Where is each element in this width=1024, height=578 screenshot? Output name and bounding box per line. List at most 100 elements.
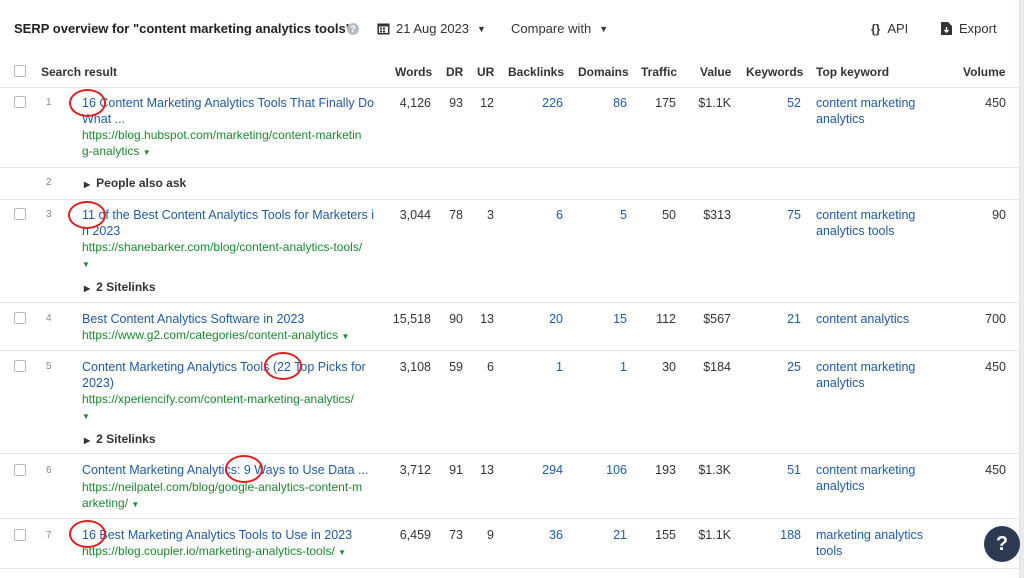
col-keywords[interactable]: Keywords: [746, 65, 803, 79]
backlinks-link[interactable]: 20: [549, 312, 563, 326]
top-keyword-line: marketing analytics: [816, 528, 923, 542]
keywords-link[interactable]: 51: [787, 463, 801, 477]
sitelinks-toggle[interactable]: ▶ 2 Sitelinks: [84, 432, 156, 446]
row-checkbox[interactable]: [14, 464, 26, 476]
result-url[interactable]: https://neilpatel.com/blog/google-analyt…: [82, 479, 380, 513]
traffic-value: 30: [662, 360, 676, 374]
domains-link[interactable]: 15: [613, 312, 627, 326]
top-keyword-link[interactable]: content marketing analytics: [816, 359, 936, 391]
backlinks-link[interactable]: 226: [542, 96, 563, 110]
compare-label: Compare with: [511, 21, 592, 36]
title-line: 2023): [82, 376, 114, 390]
page-title: SERP overview for "content marketing ana…: [14, 21, 352, 36]
backlinks-link[interactable]: 1: [556, 360, 563, 374]
people-also-ask-toggle[interactable]: ▶ People also ask: [84, 176, 186, 190]
select-all-checkbox[interactable]: [14, 65, 26, 77]
domains-link[interactable]: 106: [606, 463, 627, 477]
col-dr[interactable]: DR: [446, 65, 463, 79]
chevron-down-icon[interactable]: ▼: [131, 500, 139, 509]
result-url[interactable]: https://www.g2.com/categories/content-an…: [82, 327, 380, 345]
chevron-down-icon[interactable]: ▼: [338, 548, 346, 557]
col-search-result[interactable]: Search result: [41, 65, 117, 79]
col-backlinks[interactable]: Backlinks: [508, 65, 564, 79]
words-value: 4,126: [399, 96, 431, 110]
chevron-down-icon[interactable]: ▼: [82, 260, 90, 269]
ur-value: 9: [487, 528, 494, 542]
value-amount: $1.1K: [698, 528, 731, 542]
sitelinks-label: 2 Sitelinks: [96, 432, 156, 446]
col-value[interactable]: Value: [700, 65, 731, 79]
result-url[interactable]: https://xperiencify.com/content-marketin…: [82, 391, 380, 425]
col-words[interactable]: Words: [395, 65, 432, 79]
result-title-link[interactable]: Content Marketing Analytics Tools (22 To…: [82, 359, 380, 391]
words-value: 3,712: [399, 463, 431, 477]
chevron-down-icon[interactable]: ▼: [341, 332, 349, 341]
top-keyword-line: content analytics: [816, 312, 910, 326]
domains-link[interactable]: 21: [613, 528, 627, 542]
top-keyword-line: analytics: [816, 479, 865, 493]
table-row: 1 16 Content Marketing Analytics Tools T…: [0, 88, 1019, 168]
export-button[interactable]: Export: [941, 21, 997, 36]
date-picker[interactable]: 21 Aug 2023 ▼: [377, 21, 486, 36]
export-label: Export: [959, 21, 997, 36]
result-title-link[interactable]: 16 Best Marketing Analytics Tools to Use…: [82, 527, 380, 543]
col-ur[interactable]: UR: [477, 65, 494, 79]
domains-link[interactable]: 86: [613, 96, 627, 110]
api-button[interactable]: {} API: [871, 21, 908, 36]
top-keyword-link[interactable]: content analytics: [816, 311, 936, 327]
result-url[interactable]: https://shanebarker.com/blog/content-ana…: [82, 239, 380, 273]
col-domains[interactable]: Domains: [578, 65, 629, 79]
url-line: https://www.g2.com/categories/content-an…: [82, 328, 339, 342]
help-chat-button[interactable]: ?: [984, 526, 1020, 562]
domains-link[interactable]: 1: [620, 360, 627, 374]
help-circle-icon[interactable]: ?: [347, 23, 359, 35]
row-checkbox[interactable]: [14, 360, 26, 372]
top-keyword-link[interactable]: marketing analytics tools: [816, 527, 936, 559]
row-checkbox[interactable]: [14, 312, 26, 324]
keywords-link[interactable]: 25: [787, 360, 801, 374]
value-amount: $1.3K: [698, 463, 731, 477]
result-title-link[interactable]: Best Content Analytics Software in 2023: [82, 311, 380, 327]
row-checkbox[interactable]: [14, 96, 26, 108]
chevron-down-icon[interactable]: ▼: [143, 148, 151, 157]
top-keyword-line: content marketing: [816, 360, 916, 374]
top-keyword-link[interactable]: content marketing analytics: [816, 462, 936, 494]
row-checkbox[interactable]: [14, 529, 26, 541]
volume-value: 450: [985, 463, 1006, 477]
col-traffic[interactable]: Traffic: [641, 65, 677, 79]
title-line: 16 Content Marketing Analytics Tools Tha…: [82, 96, 375, 110]
url-line: g-analytics: [82, 144, 140, 158]
volume-value: 90: [992, 208, 1006, 222]
keywords-link[interactable]: 188: [780, 528, 801, 542]
backlinks-link[interactable]: 6: [556, 208, 563, 222]
dr-value: 93: [449, 96, 463, 110]
domains-link[interactable]: 5: [620, 208, 627, 222]
result-title-link[interactable]: 11 of the Best Content Analytics Tools f…: [82, 207, 380, 239]
url-line: https://neilpatel.com/blog/google-analyt…: [82, 480, 363, 494]
words-value: 6,459: [399, 528, 431, 542]
compare-with-dropdown[interactable]: Compare with ▼: [511, 21, 608, 36]
keywords-link[interactable]: 52: [787, 96, 801, 110]
top-keyword-line: content marketing: [816, 463, 916, 477]
annotation-circle: [68, 201, 106, 229]
result-url[interactable]: https://blog.hubspot.com/marketing/conte…: [82, 127, 380, 161]
col-volume[interactable]: Volume: [963, 65, 1005, 79]
chevron-down-icon[interactable]: ▼: [82, 412, 90, 421]
table-row: 5 Content Marketing Analytics Tools (22 …: [0, 351, 1019, 454]
top-keyword-link[interactable]: content marketing analytics tools: [816, 207, 936, 239]
col-top-keyword[interactable]: Top keyword: [816, 65, 889, 79]
keywords-link[interactable]: 21: [787, 312, 801, 326]
row-checkbox[interactable]: [14, 208, 26, 220]
sitelinks-toggle[interactable]: ▶ 2 Sitelinks: [84, 280, 156, 294]
serp-overview-panel: SERP overview for "content marketing ana…: [0, 0, 1020, 578]
result-title-link[interactable]: 16 Content Marketing Analytics Tools Tha…: [82, 95, 380, 127]
url-line: https://blog.hubspot.com/marketing/conte…: [82, 128, 362, 142]
position-number: 6: [46, 465, 52, 476]
top-keyword-link[interactable]: content marketing analytics: [816, 95, 936, 127]
backlinks-link[interactable]: 294: [542, 463, 563, 477]
keywords-link[interactable]: 75: [787, 208, 801, 222]
result-url[interactable]: https://blog.coupler.io/marketing-analyt…: [82, 543, 380, 561]
backlinks-link[interactable]: 36: [549, 528, 563, 542]
chevron-down-icon: ▼: [477, 23, 486, 34]
ur-value: 3: [487, 208, 494, 222]
